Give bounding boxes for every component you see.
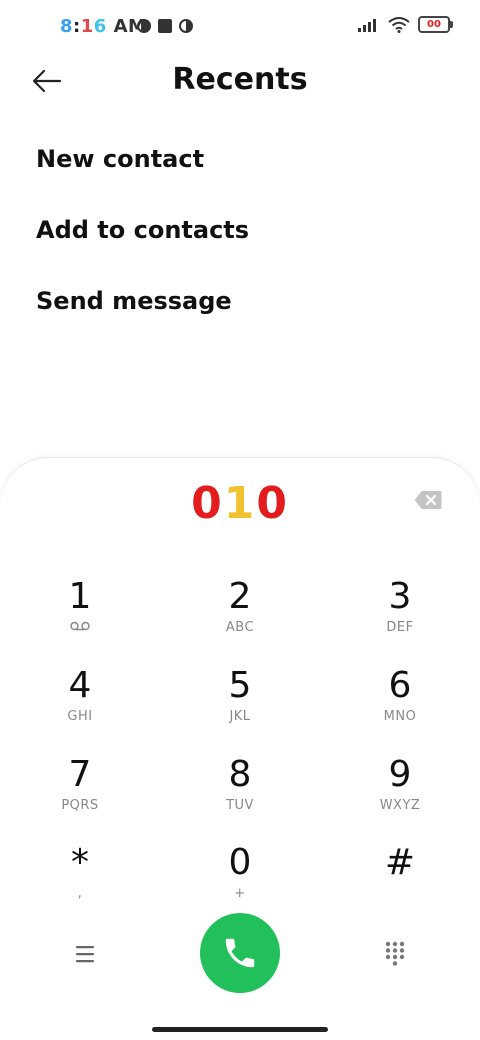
- key-letters: MNO: [383, 709, 417, 724]
- app-header: Recents: [0, 56, 480, 106]
- dialed-digit: 1: [223, 478, 257, 529]
- signal-icon: [358, 18, 376, 32]
- dialed-number[interactable]: 010: [0, 478, 480, 529]
- key-letters: ,: [77, 886, 83, 901]
- key-letters: WXYZ: [379, 798, 421, 813]
- new-contact-item[interactable]: New contact: [36, 140, 249, 211]
- key-8[interactable]: 8 TUV: [180, 754, 300, 834]
- key-0[interactable]: 0 +: [180, 842, 300, 922]
- key-star[interactable]: * ,: [20, 842, 140, 922]
- time-minute-ones: 6: [93, 16, 107, 37]
- dialed-digit: 0: [191, 478, 224, 529]
- half-circle-icon: [137, 19, 151, 33]
- battery-icon: 00: [418, 16, 453, 33]
- key-letters: ABC: [225, 620, 255, 635]
- key-digit: 2: [228, 576, 252, 617]
- key-1[interactable]: 1: [20, 576, 140, 656]
- battery-level: 00: [427, 18, 441, 30]
- key-3[interactable]: 3 DEF: [340, 576, 460, 656]
- key-letters: PQRS: [61, 798, 99, 813]
- phone-icon: [225, 938, 255, 968]
- menu-button[interactable]: [72, 943, 98, 965]
- dialpad-icon: [385, 941, 405, 966]
- add-to-contacts-item[interactable]: Add to contacts: [36, 211, 249, 282]
- backspace-button[interactable]: [414, 490, 442, 510]
- key-digit: #: [384, 842, 416, 883]
- hamburger-menu-icon: [76, 946, 94, 963]
- backspace-icon: [414, 491, 442, 509]
- key-digit: 4: [68, 665, 92, 706]
- key-2[interactable]: 2 ABC: [180, 576, 300, 656]
- key-letters: +: [234, 886, 246, 901]
- status-notification-icons: [137, 18, 193, 34]
- key-7[interactable]: 7 PQRS: [20, 754, 140, 834]
- key-5[interactable]: 5 JKL: [180, 665, 300, 745]
- status-time: 8:16 AM: [60, 16, 146, 37]
- key-4[interactable]: 4 GHI: [20, 665, 140, 745]
- recents-action-menu: New contact Add to contacts Send message: [36, 140, 249, 353]
- key-digit: 6: [388, 665, 412, 706]
- key-digit: 7: [68, 754, 92, 795]
- key-6[interactable]: 6 MNO: [340, 665, 460, 745]
- key-9[interactable]: 9 WXYZ: [340, 754, 460, 834]
- dialer-bottom-bar: [0, 913, 480, 993]
- square-icon: [158, 19, 172, 33]
- time-hour: 8: [60, 16, 74, 37]
- dialpad-toggle-button[interactable]: [383, 940, 407, 966]
- key-letters: DEF: [386, 620, 414, 635]
- key-digit: 1: [68, 576, 92, 617]
- key-letters: GHI: [67, 709, 93, 724]
- dialed-digit: 0: [256, 478, 289, 529]
- status-system-icons: 00: [358, 16, 453, 33]
- home-indicator[interactable]: [152, 1027, 328, 1032]
- time-minute-tens: 1: [80, 16, 94, 37]
- key-letters: JKL: [229, 709, 251, 724]
- key-letters: TUV: [226, 798, 254, 813]
- half-circle-icon: [179, 19, 193, 33]
- send-message-item[interactable]: Send message: [36, 282, 249, 353]
- wifi-icon: [388, 16, 410, 33]
- key-digit: 3: [388, 576, 412, 617]
- key-digit: 9: [388, 754, 412, 795]
- time-colon: :: [73, 16, 81, 37]
- key-digit: 5: [228, 665, 252, 706]
- key-digit: 0: [228, 842, 252, 883]
- key-hash[interactable]: #: [340, 842, 460, 922]
- dialer-panel: 010 1 2 ABC 3 DEF 4 GHI 5 JKL 6 MNO 7 PQ…: [0, 458, 480, 1040]
- call-button[interactable]: [200, 913, 280, 993]
- status-bar: 8:16 AM 00: [0, 0, 480, 56]
- key-digit: 8: [228, 754, 252, 795]
- key-digit: *: [71, 842, 89, 883]
- voicemail-icon: [20, 620, 140, 635]
- page-title: Recents: [172, 62, 308, 97]
